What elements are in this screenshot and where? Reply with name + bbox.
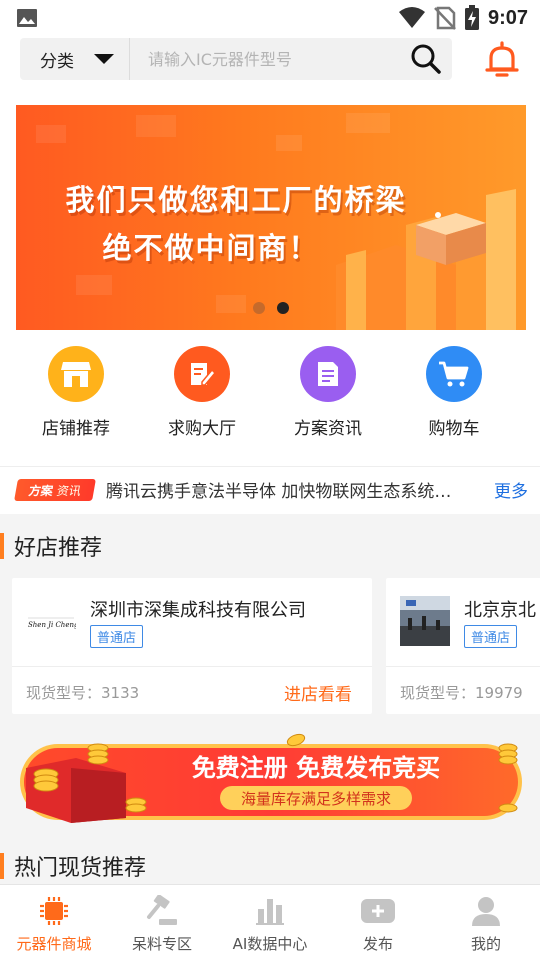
nav-item-publish[interactable]: 发布 (324, 885, 432, 960)
news-headline[interactable]: 腾讯云携手意法半导体 加快物联网生态系统建设 (106, 477, 466, 502)
section-accent-bar (0, 853, 4, 879)
caret-down-icon (94, 54, 114, 64)
news-badge-tag: 方案 (27, 483, 55, 497)
banner-headline: 我们只做您和工厂的桥梁 (65, 183, 407, 217)
shop-logo: Shen Ji Cheng (26, 596, 76, 646)
news-more-link[interactable]: 更多 (494, 477, 528, 502)
shop-type-badge: 普通店 (464, 625, 518, 648)
search-icon[interactable] (406, 39, 446, 79)
clock: 9:07 (487, 6, 528, 29)
news-badge-tag: 资讯 (55, 483, 83, 497)
banner-carousel[interactable]: 我们只做您和工厂的桥梁 绝不做中间商！ (16, 105, 526, 330)
carousel-indicator (253, 302, 289, 314)
section-hot-stock: 热门现货推荐 (0, 844, 540, 888)
quick-item-shop-recommend[interactable]: 店铺推荐 (21, 346, 131, 439)
quick-item-cart[interactable]: 购物车 (399, 346, 509, 439)
quick-item-solution-news[interactable]: 方案资讯 (273, 346, 383, 439)
shop-name: 深圳市深集成科技有限公司 (90, 600, 306, 621)
news-badge: 方案 资讯 (14, 478, 96, 501)
no-sim-icon (434, 6, 456, 30)
header: 分类 (0, 36, 540, 90)
banner-subheadline: 绝不做中间商！ (102, 231, 320, 265)
quick-item-purchase-hall[interactable]: 求购大厅 (147, 346, 257, 439)
plus-icon (360, 895, 396, 927)
category-label: 分类 (40, 51, 74, 72)
nav-label: AI数据中心 (232, 935, 308, 953)
shop-stock-count: 现货型号：19979 (400, 684, 523, 702)
section-accent-bar (0, 533, 4, 559)
quick-item-label: 店铺推荐 (42, 419, 110, 439)
shop-stock-count: 现货型号：3133 (26, 684, 140, 702)
search-bar: 分类 (20, 38, 452, 80)
section-title: 好店推荐 (14, 536, 103, 561)
edit-icon (174, 346, 230, 402)
nav-label: 发布 (362, 935, 393, 953)
enter-shop-link[interactable]: 进店看看 (284, 680, 352, 705)
quick-item-label: 方案资讯 (294, 419, 362, 439)
nav-item-me[interactable]: 我的 (432, 885, 540, 960)
quick-item-label: 购物车 (428, 419, 480, 439)
quick-menu: 店铺推荐 求购大厅 方案资讯 购物车 (0, 346, 540, 446)
nav-label: 元器件商城 (16, 935, 92, 953)
user-icon (468, 895, 504, 927)
battery-charging-icon (464, 5, 479, 30)
nav-item-ai-data[interactable]: AI数据中心 (216, 885, 324, 960)
bell-icon[interactable] (482, 40, 522, 80)
status-bar: 9:07 (0, 0, 540, 36)
bar-chart-icon (252, 895, 288, 927)
svg-text:Shen Ji Cheng: Shen Ji Cheng (28, 621, 76, 629)
cart-icon (426, 346, 482, 402)
shop-name: 北京京北 (464, 600, 536, 621)
gavel-icon (144, 895, 180, 927)
chip-icon (36, 895, 72, 927)
document-icon (300, 346, 356, 402)
nav-label: 呆料专区 (131, 935, 192, 953)
image-notification-icon (17, 9, 37, 27)
wifi-icon (398, 7, 425, 28)
promo-banner[interactable]: 免费注册 免费发布竞买 海量库存满足多样需求 (16, 728, 526, 828)
promo-title: 免费注册 免费发布竞买 (192, 754, 440, 782)
promo-subtitle: 海量库存满足多样需求 (241, 790, 391, 808)
section-good-shops: 好店推荐 (0, 518, 540, 574)
nav-label: 我的 (470, 935, 501, 953)
carousel-dot-active[interactable] (277, 302, 289, 314)
shop-card[interactable]: 北京京北 普通店 现货型号：19979 (386, 578, 540, 714)
category-dropdown[interactable]: 分类 (20, 38, 130, 80)
section-title: 热门现货推荐 (14, 856, 147, 881)
shop-logo (400, 596, 450, 646)
divider (12, 666, 372, 667)
shop-card[interactable]: Shen Ji Cheng 深圳市深集成科技有限公司 普通店 现货型号：3133… (12, 578, 372, 714)
divider (386, 666, 540, 667)
carousel-dot[interactable] (253, 302, 265, 314)
shop-type-badge: 普通店 (90, 625, 144, 648)
nav-item-component-mall[interactable]: 元器件商城 (0, 885, 108, 960)
bottom-nav: 元器件商城 呆料专区 AI数据中心 发布 我的 (0, 884, 540, 960)
shop-icon (48, 346, 104, 402)
news-ticker: 方案 资讯 腾讯云携手意法半导体 加快物联网生态系统建设 更多 (0, 466, 540, 512)
nav-item-surplus[interactable]: 呆料专区 (108, 885, 216, 960)
quick-item-label: 求购大厅 (168, 419, 236, 439)
search-input[interactable] (130, 38, 406, 80)
